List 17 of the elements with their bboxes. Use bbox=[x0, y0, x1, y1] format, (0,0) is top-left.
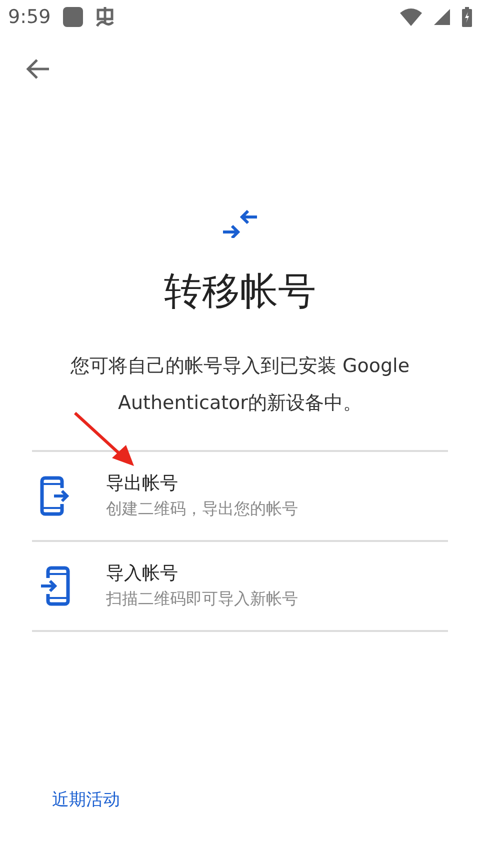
page-title: 转移帐号 bbox=[163, 268, 317, 314]
option-title: 导出帐号 bbox=[106, 472, 179, 496]
signal-icon bbox=[434, 9, 450, 25]
option-subtitle: 创建二维码，导出您的帐号 bbox=[106, 498, 298, 520]
transfer-option[interactable]: 导入帐号 扫描二维码即可导入新帐号 bbox=[32, 542, 448, 632]
option-title: 导入帐号 bbox=[106, 562, 179, 586]
notification-square-icon bbox=[62, 7, 83, 27]
description-text: 您可将自己的帐号导入到已安装 Google Authenticator的新设备中。 bbox=[69, 354, 411, 416]
option-subtitle: 扫描二维码即可导入新帐号 bbox=[106, 588, 298, 610]
status-time: 9:59 bbox=[8, 4, 51, 30]
phone-import-icon bbox=[40, 566, 70, 606]
wifi-icon bbox=[400, 8, 422, 26]
transfer-arrows-icon bbox=[222, 210, 258, 238]
phone-export-icon bbox=[40, 476, 70, 516]
recent-activity-link[interactable]: 近期活动 bbox=[52, 790, 120, 810]
battery-icon bbox=[462, 7, 472, 27]
annotation-arrow bbox=[74, 412, 136, 468]
